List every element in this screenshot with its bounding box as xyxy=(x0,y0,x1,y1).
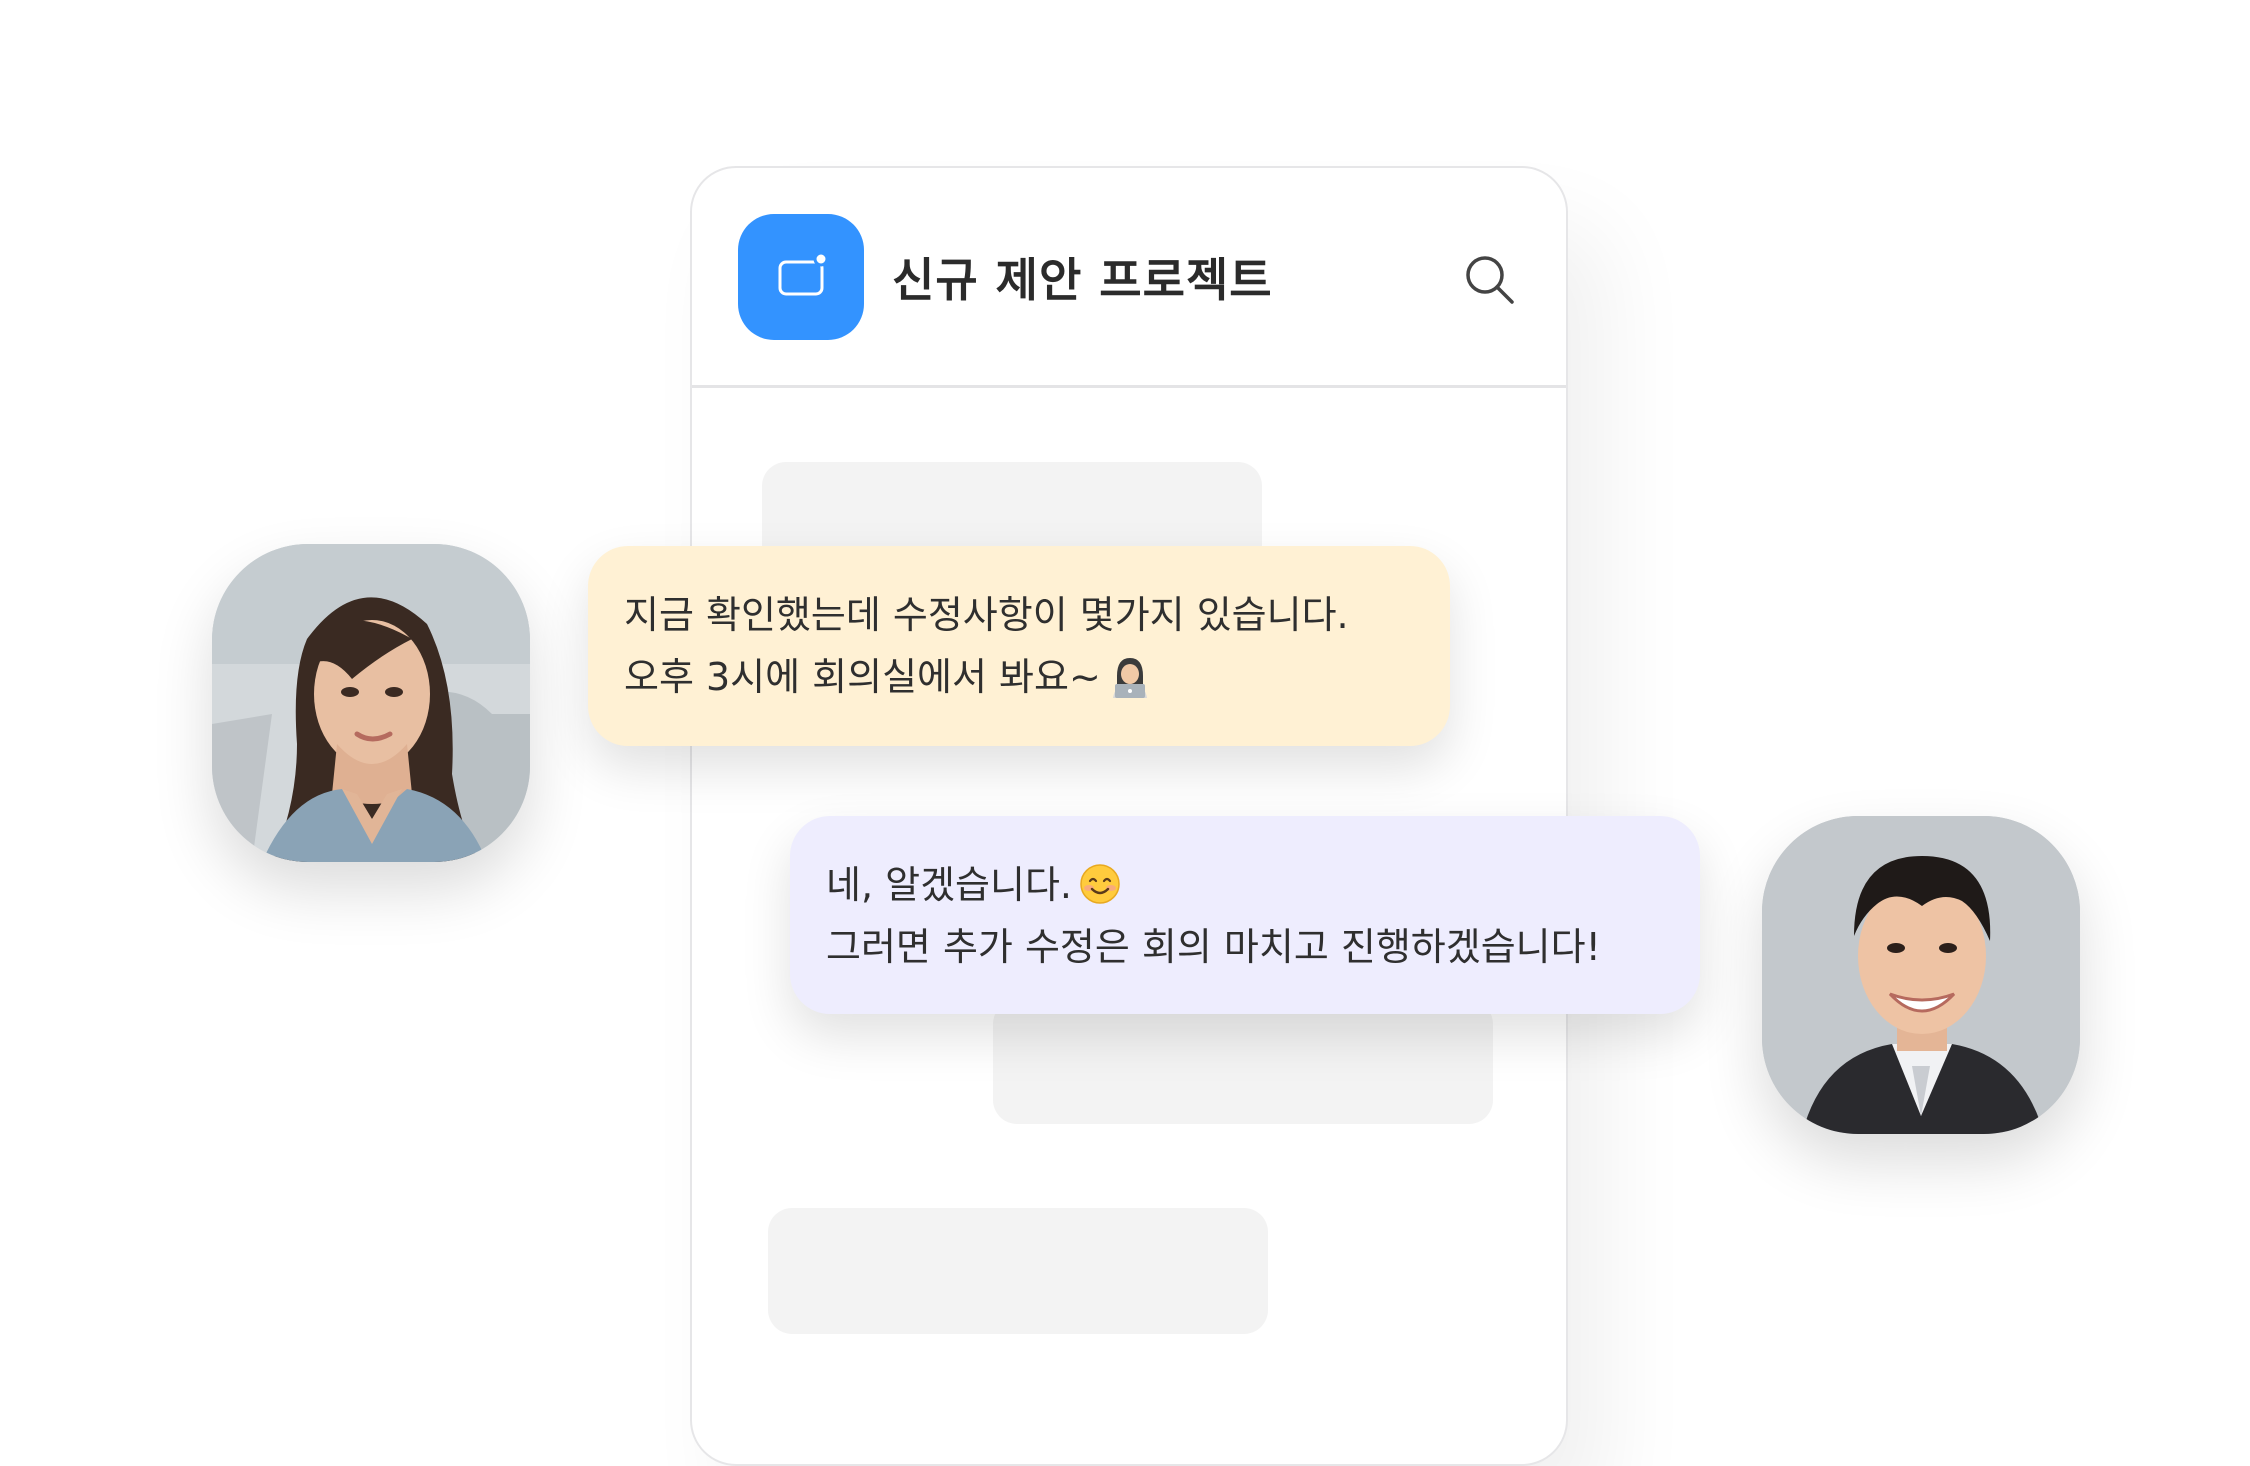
smiling-face-emoji xyxy=(1080,860,1120,904)
message-line: 네, 알겠습니다. xyxy=(826,863,1072,907)
message-line: 오후 3시에 회의실에서 봐요~ xyxy=(624,655,1101,699)
message-line: 그러면 추가 수정은 회의 마치고 진행하겠습니다! xyxy=(826,925,1601,969)
message-line: 지금 확인했는데 수정사항이 몇가지 있습니다. xyxy=(624,593,1349,637)
avatar-woman xyxy=(212,544,530,862)
stage: 신규 제안 프로젝트 지금 확인했는데 수정사항이 몇가지 있습니다. 오후 3… xyxy=(0,0,2250,1466)
message-placeholder xyxy=(993,1000,1493,1124)
search-icon[interactable] xyxy=(1462,252,1518,308)
avatar-man xyxy=(1762,816,2080,1134)
message-line-2: 오후 3시에 회의실에서 봐요~ xyxy=(624,646,1450,708)
chat-header: 신규 제안 프로젝트 xyxy=(692,168,1566,388)
message-bubble-received: 지금 확인했는데 수정사항이 몇가지 있습니다. 오후 3시에 회의실에서 봐요… xyxy=(588,546,1450,746)
message-placeholder xyxy=(768,1208,1268,1334)
channel-title: 신규 제안 프로젝트 xyxy=(892,253,1273,307)
message-bubble-sent: 네, 알겠습니다. 그러면 추가 수정은 회의 마치고 진행하겠습니다! xyxy=(790,816,1700,1014)
person-with-laptop-emoji xyxy=(1109,654,1151,698)
chat-app-icon[interactable] xyxy=(738,214,864,340)
message-line-1: 네, 알겠습니다. xyxy=(826,854,1700,916)
